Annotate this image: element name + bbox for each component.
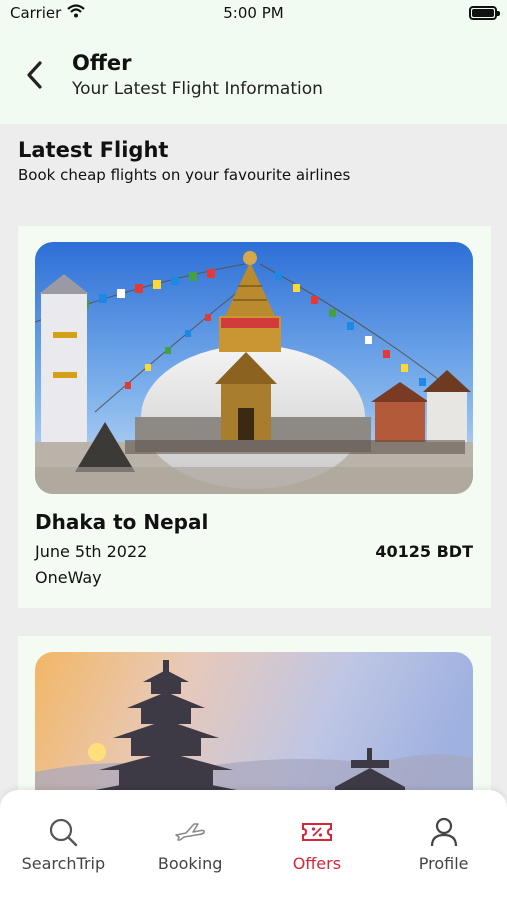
nav-label-profile: Profile <box>418 854 469 873</box>
nav-label-offers: Offers <box>292 854 342 873</box>
section-subtitle: Book cheap flights on your favourite air… <box>18 166 351 184</box>
page-subtitle: Your Latest Flight Information <box>72 79 323 99</box>
chevron-left-icon <box>27 61 42 89</box>
battery-icon <box>469 6 500 20</box>
back-button[interactable] <box>18 55 50 95</box>
wifi-icon <box>67 4 86 22</box>
airplane-icon <box>174 816 206 848</box>
header-text: Offer Your Latest Flight Information <box>72 51 323 99</box>
bottom-nav: SearchTrip Booking Offers Profile <box>0 790 507 900</box>
nav-item-searchtrip[interactable]: SearchTrip <box>3 816 123 900</box>
nav-item-booking[interactable]: Booking <box>130 816 250 900</box>
page-title: Offer <box>72 51 132 75</box>
status-left: Carrier <box>10 4 86 22</box>
section-title: Latest Flight <box>18 138 169 162</box>
profile-icon <box>430 816 458 848</box>
flight-card[interactable]: Dhaka to Nepal June 5th 2022 40125 BDT O… <box>18 226 491 608</box>
section-heading: Latest Flight Book cheap flights on your… <box>18 138 498 184</box>
offer-ticket-icon <box>301 816 333 848</box>
nav-item-profile[interactable]: Profile <box>384 816 504 900</box>
flight-price: 40125 BDT <box>375 542 473 561</box>
destination-image-stupa <box>35 242 473 494</box>
nav-label-booking: Booking <box>157 854 223 873</box>
trip-type: OneWay <box>35 568 102 587</box>
nav-label-searchtrip: SearchTrip <box>21 854 106 873</box>
flight-route: Dhaka to Nepal <box>35 510 209 534</box>
flight-date: June 5th 2022 <box>35 542 148 561</box>
carrier-label: Carrier <box>10 4 62 22</box>
page-header: Offer Your Latest Flight Information <box>0 26 507 124</box>
search-icon <box>48 816 78 848</box>
nav-item-offers[interactable]: Offers <box>257 816 377 900</box>
status-bar: Carrier 5:00 PM <box>0 0 507 26</box>
